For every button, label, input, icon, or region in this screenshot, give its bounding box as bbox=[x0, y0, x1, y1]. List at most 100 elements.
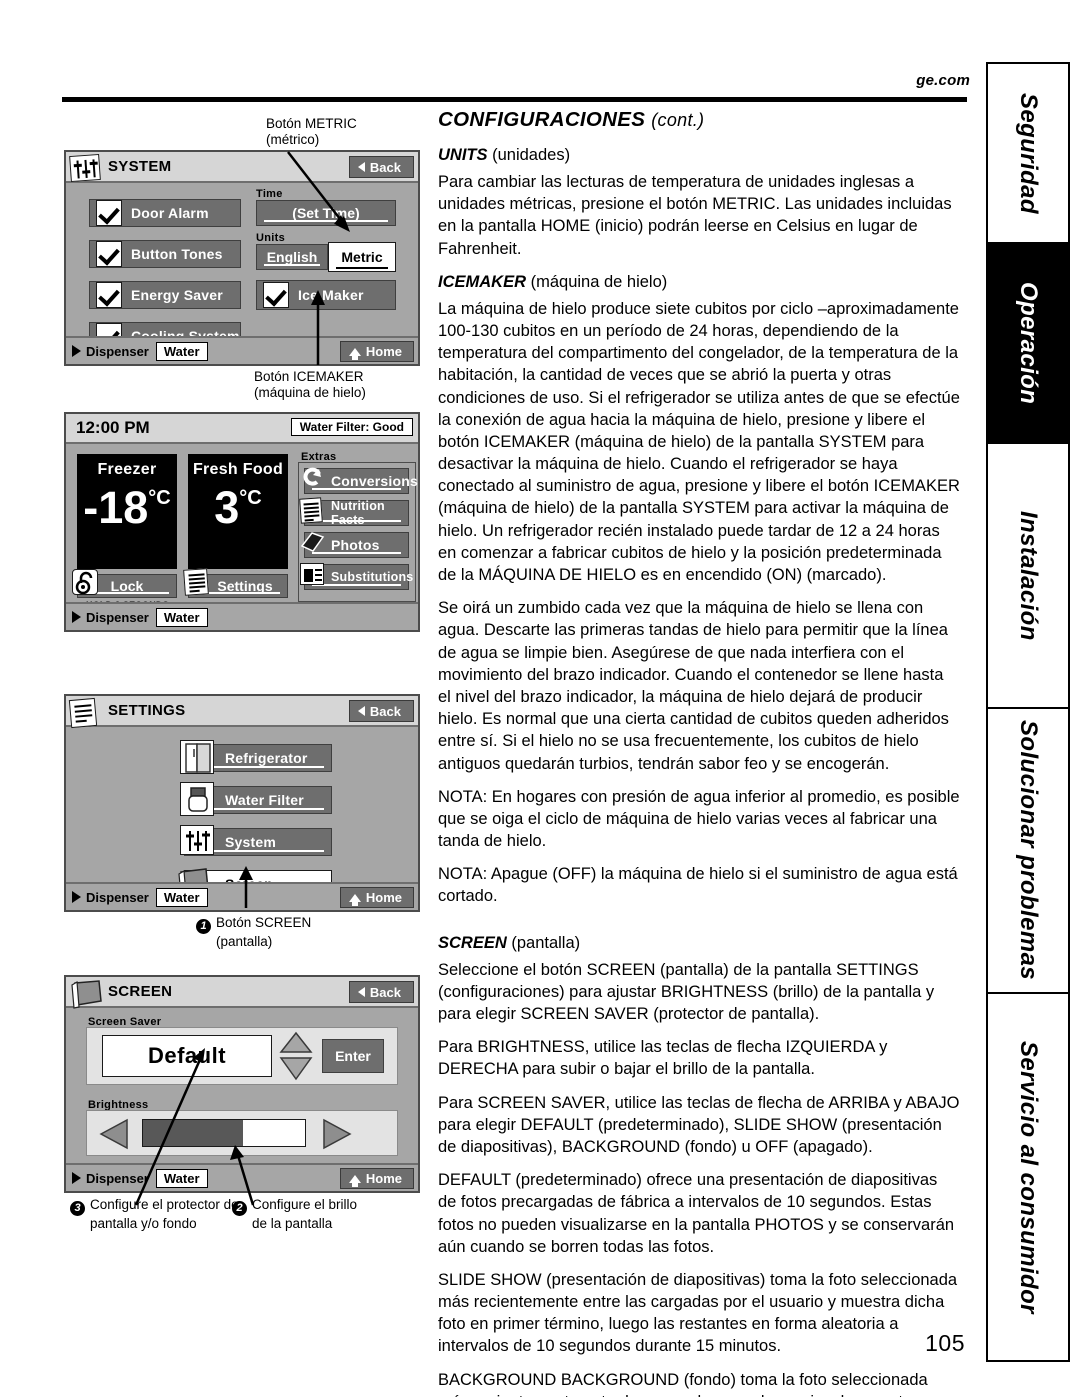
home-water-chip[interactable]: Water bbox=[155, 607, 208, 627]
chevron-left-icon bbox=[357, 162, 365, 172]
screen-back-button[interactable]: Back bbox=[348, 981, 414, 1003]
tab-solucionar-problemas[interactable]: Solucionar problemas bbox=[988, 709, 1068, 994]
heading-screen-gloss: (pantalla) bbox=[511, 933, 581, 952]
system-dispenser-button[interactable]: Dispenser bbox=[72, 344, 149, 359]
system-water-chip[interactable]: Water bbox=[155, 341, 208, 361]
home-dispenser-button[interactable]: Dispenser bbox=[72, 610, 149, 625]
tab-seguridad[interactable]: Seguridad bbox=[988, 64, 1068, 244]
callout-brightness-text2: de la pantalla bbox=[252, 1216, 333, 1232]
extras-substitutions-underline bbox=[312, 583, 401, 586]
paragraph-icemaker-nota-1: NOTA: En hogares con presión de agua inf… bbox=[438, 787, 960, 851]
freezer-temperature-tile[interactable]: Freezer -18 °C bbox=[77, 454, 177, 569]
callout-screen-saver-text1: Configure el protector de bbox=[90, 1197, 239, 1212]
settings-panel-titlebar: Settings Back bbox=[66, 696, 418, 727]
fresh-food-label: Fresh Food bbox=[192, 461, 284, 478]
paragraph-screen-4: DEFAULT (predeterminado) ofrece una pres… bbox=[438, 1171, 955, 1256]
photos-icon-glyph bbox=[300, 532, 325, 552]
system-door-alarm-button[interactable]: Door Alarm bbox=[89, 199, 241, 227]
brightness-decrease-arrow[interactable] bbox=[98, 1117, 130, 1151]
header-rule bbox=[62, 97, 967, 102]
callout-screen-saver-line1: 3 Configure el protector de bbox=[70, 1197, 239, 1217]
home-icon bbox=[348, 347, 361, 360]
ice-maker-checkbox[interactable] bbox=[263, 282, 289, 308]
system-dispenser-label: Dispenser bbox=[86, 343, 149, 359]
settings-home-button[interactable]: Home bbox=[339, 887, 414, 908]
settings-home-label: Home bbox=[365, 890, 402, 905]
callout-brightness-text1: Configure el brillo bbox=[252, 1197, 358, 1212]
system-units-english-button[interactable]: English bbox=[256, 244, 328, 270]
paragraph-icemaker-2: Se oirá un zumbido cada vez que la máqui… bbox=[438, 599, 949, 773]
screen-water-chip[interactable]: Water bbox=[155, 1168, 208, 1188]
extras-conversions-underline bbox=[312, 487, 401, 490]
system-button-tones-button[interactable]: Button Tones bbox=[89, 240, 241, 268]
callout-screen-saver-text2: pantalla y/o fondo bbox=[90, 1216, 197, 1232]
callout-metric-line1: Botón METRIC bbox=[266, 116, 357, 131]
callout-icemaker-line1: Botón ICEMAKER bbox=[254, 369, 364, 384]
heading-screen-term: SCREEN bbox=[438, 933, 507, 952]
arrow-down-icon bbox=[279, 1057, 313, 1081]
units-english-underline bbox=[264, 263, 320, 266]
settings-water-chip[interactable]: Water bbox=[155, 887, 208, 907]
system-units-metric-button[interactable]: Metric bbox=[328, 242, 396, 272]
system-ice-maker-button[interactable]: Ice Maker bbox=[256, 280, 396, 310]
fresh-food-temperature-tile[interactable]: Fresh Food 3 °C bbox=[188, 454, 288, 569]
water-filter-status-badge[interactable]: Water Filter: Good bbox=[290, 418, 413, 436]
tab-instalacion-label: Instalación bbox=[1015, 510, 1042, 641]
system-home-button[interactable]: Home bbox=[339, 341, 414, 362]
water-filter-icon-glyph bbox=[188, 787, 208, 812]
system-set-time-button[interactable]: (Set Time) bbox=[256, 200, 396, 226]
units-metric-underline bbox=[336, 266, 388, 269]
screen-enter-button[interactable]: Enter bbox=[322, 1039, 384, 1073]
screen-saver-value: Default bbox=[147, 1043, 227, 1068]
settings-back-label: Back bbox=[369, 703, 401, 719]
screen-panel-icon bbox=[68, 978, 106, 1012]
lock-icon-glyph bbox=[75, 571, 93, 594]
heading-units: UNITS (unidades) bbox=[438, 146, 960, 165]
brightness-slider-track[interactable] bbox=[142, 1119, 306, 1147]
callout-screen-saver: 3 Configure el protector de pantalla y/o … bbox=[70, 1197, 239, 1233]
screen-back-label: Back bbox=[369, 984, 401, 1000]
screen-home-button[interactable]: Home bbox=[339, 1168, 414, 1189]
refrigerator-icon-glyph bbox=[185, 743, 211, 773]
freezer-unit: °C bbox=[148, 487, 171, 509]
settings-panel-title: Settings bbox=[108, 702, 186, 719]
system-energy-saver-button[interactable]: Energy Saver bbox=[89, 281, 241, 309]
screen-dispenser-button[interactable]: Dispenser bbox=[72, 1171, 149, 1186]
system-back-button[interactable]: Back bbox=[348, 156, 414, 178]
photos-icon bbox=[299, 530, 325, 554]
screen-panel-titlebar: Screen Back bbox=[66, 977, 418, 1008]
freezer-value: -18 bbox=[83, 482, 149, 533]
settings-dispenser-button[interactable]: Dispenser bbox=[72, 890, 149, 905]
energy-saver-checkbox[interactable] bbox=[96, 282, 122, 308]
callout-icemaker-line2: (máquina de hielo) bbox=[254, 385, 366, 401]
settings-system-label: System bbox=[225, 834, 277, 850]
extras-photos-underline bbox=[312, 551, 401, 554]
lock-icon bbox=[72, 569, 98, 595]
water-filter-icon bbox=[180, 782, 214, 816]
settings-list-icon-glyph bbox=[188, 573, 206, 593]
screen-enter-label: Enter bbox=[335, 1048, 371, 1064]
tab-instalacion[interactable]: Instalación bbox=[988, 444, 1068, 709]
tab-seguridad-label: Seguridad bbox=[1015, 92, 1042, 214]
screen-saver-value-field[interactable]: Default bbox=[102, 1035, 272, 1077]
screen-saver-arrows[interactable] bbox=[278, 1031, 314, 1081]
screen-settings-panel: Screen Back Screen Saver Default Enter B… bbox=[64, 975, 420, 1193]
ice-maker-label: Ice Maker bbox=[298, 287, 364, 303]
tab-servicio-al-consumidor[interactable]: Servicio al consumidor bbox=[988, 994, 1068, 1360]
brightness-increase-arrow[interactable] bbox=[321, 1117, 353, 1151]
heading-units-gloss: (unidades) bbox=[492, 146, 571, 164]
settings-back-button[interactable]: Back bbox=[348, 700, 414, 722]
article-body: CONFIGURACIONES (cont.) UNITS (unidades)… bbox=[438, 108, 960, 1397]
paragraph-screen-3: Para SCREEN SAVER, utilice las teclas de… bbox=[438, 1093, 960, 1156]
fresh-food-unit: °C bbox=[239, 487, 262, 509]
home-icon bbox=[348, 893, 361, 906]
tab-operacion[interactable]: Operación bbox=[988, 244, 1068, 444]
system-time-group-label: Time bbox=[256, 188, 283, 200]
screen-panel-icon-glyph bbox=[71, 980, 102, 1009]
callout-screen-number: 1 bbox=[196, 919, 211, 935]
settings-icon-glyph bbox=[74, 704, 93, 723]
paragraph-icemaker-1: La máquina de hielo produce siete cubito… bbox=[438, 299, 960, 584]
button-tones-checkbox[interactable] bbox=[96, 241, 122, 267]
page-title: CONFIGURACIONES (cont.) bbox=[438, 108, 960, 132]
door-alarm-checkbox[interactable] bbox=[96, 200, 122, 226]
